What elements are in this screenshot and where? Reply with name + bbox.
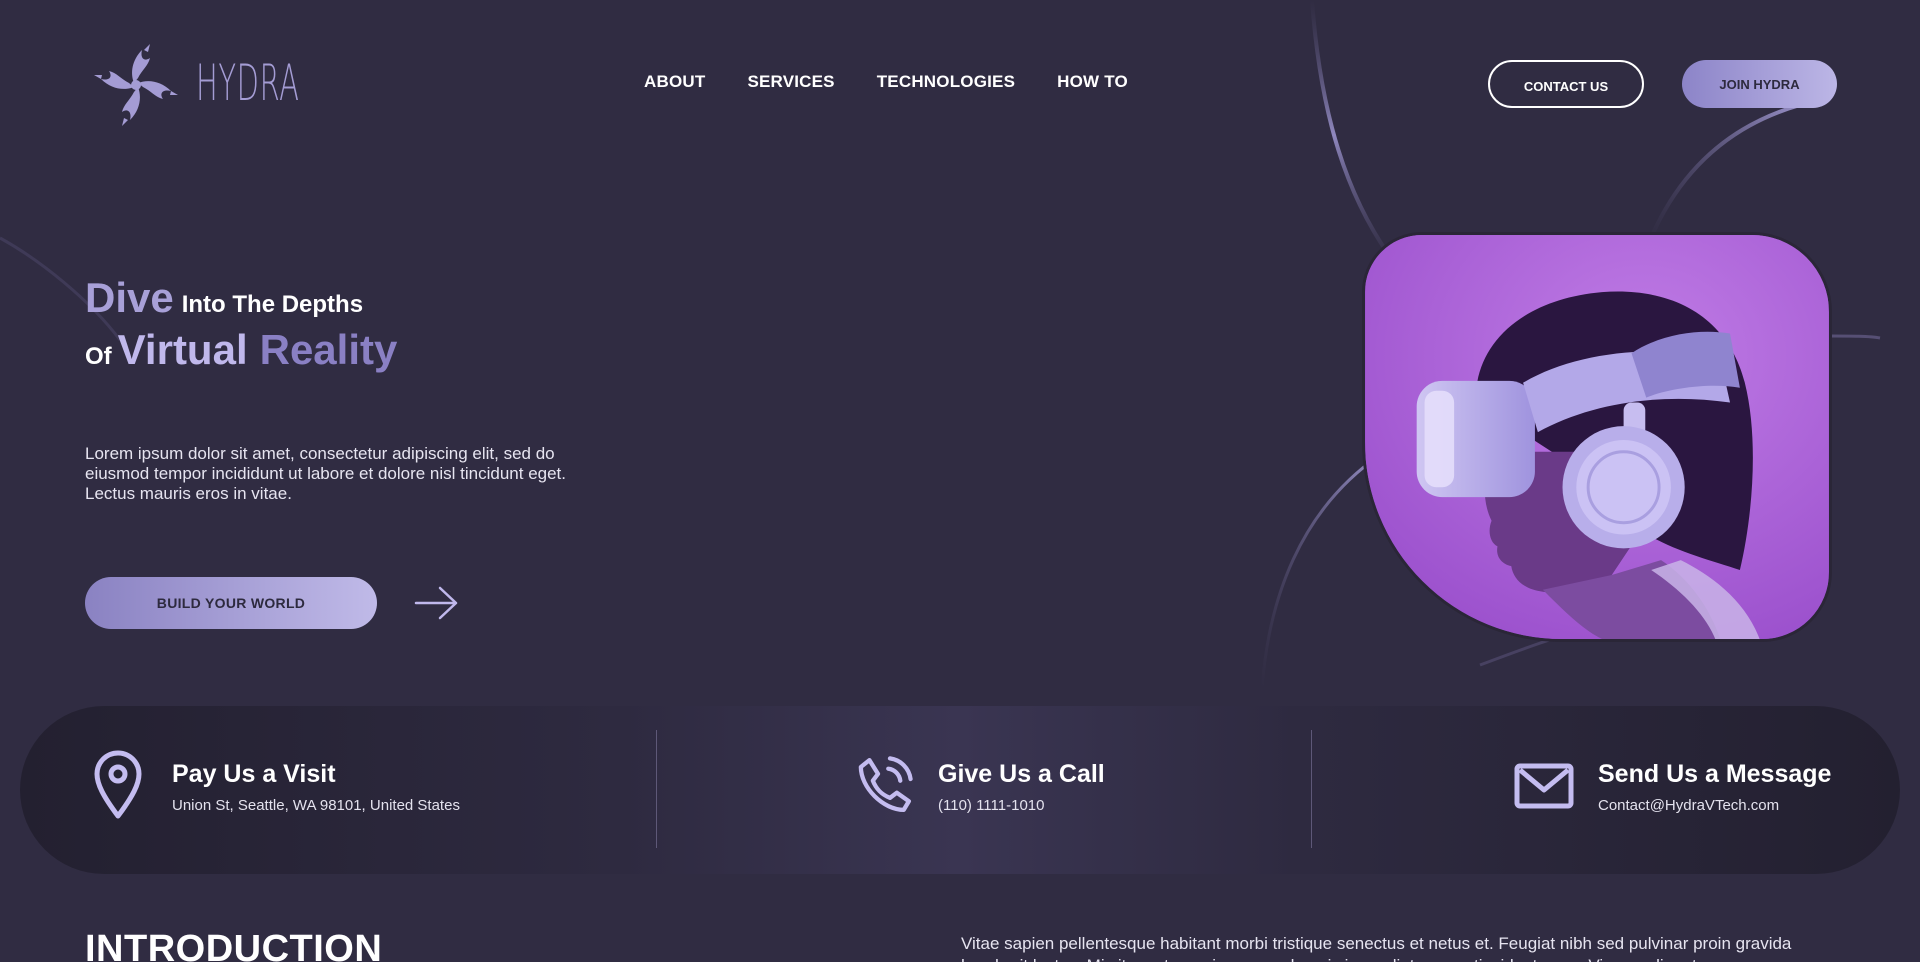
contact-visit-address: Union St, Seattle, WA 98101, United Stat…: [172, 797, 460, 814]
contact-message-title: Send Us a Message: [1598, 760, 1832, 788]
contact-message: Send Us a Message Contact@HydraVTech.com: [1514, 750, 1831, 820]
brand-name: HYDRA: [196, 54, 300, 112]
page: HYDRA ABOUT SERVICES TECHNOLOGIES HOW TO…: [0, 0, 1920, 962]
hero-phrase-into: Into The Depths: [181, 291, 364, 318]
contact-call-phone[interactable]: (110) 1111-1010: [938, 797, 1105, 814]
introduction-heading: INTRODUCTION: [85, 928, 383, 962]
arrow-right-icon[interactable]: [414, 584, 460, 622]
hero-heading: Dive Into The Depths Of Virtual Reality: [85, 274, 397, 374]
phone-icon: [858, 756, 913, 812]
contact-call: Give Us a Call (110) 1111-1010: [854, 750, 1105, 820]
contact-visit-title: Pay Us a Visit: [172, 760, 336, 788]
location-pin-icon: [94, 750, 142, 819]
contact-divider: [1311, 730, 1312, 848]
vr-headset-person-illustration: [1365, 235, 1829, 639]
nav-item-about[interactable]: ABOUT: [644, 72, 705, 92]
contact-us-button[interactable]: CONTACT US: [1488, 60, 1644, 108]
hero-description: Lorem ipsum dolor sit amet, consectetur …: [85, 444, 567, 503]
main-nav: ABOUT SERVICES TECHNOLOGIES HOW TO: [644, 72, 1128, 92]
build-your-world-button[interactable]: BUILD YOUR WORLD: [85, 577, 377, 629]
contact-message-email[interactable]: Contact@HydraVTech.com: [1598, 797, 1831, 814]
hero-vr-image: [1362, 232, 1832, 642]
hero-word-of: Of: [85, 343, 112, 370]
nav-item-how-to[interactable]: HOW TO: [1057, 72, 1128, 92]
logo[interactable]: HYDRA: [84, 38, 375, 128]
hero-word-virtual: Virtual: [117, 326, 248, 373]
nav-item-technologies[interactable]: TECHNOLOGIES: [877, 72, 1015, 92]
hero-word-reality: Reality: [259, 326, 398, 373]
contact-call-title: Give Us a Call: [938, 760, 1105, 788]
hydra-logo-icon: [94, 44, 178, 126]
hero-word-dive: Dive: [85, 274, 174, 321]
mail-icon: [1514, 763, 1574, 809]
introduction-text: Vitae sapien pellentesque habitant morbi…: [961, 934, 1792, 962]
contact-divider: [656, 730, 657, 848]
nav-item-services[interactable]: SERVICES: [747, 72, 834, 92]
join-hydra-button[interactable]: JOIN HYDRA: [1682, 60, 1837, 108]
contact-visit: Pay Us a Visit Union St, Seattle, WA 981…: [88, 750, 460, 820]
